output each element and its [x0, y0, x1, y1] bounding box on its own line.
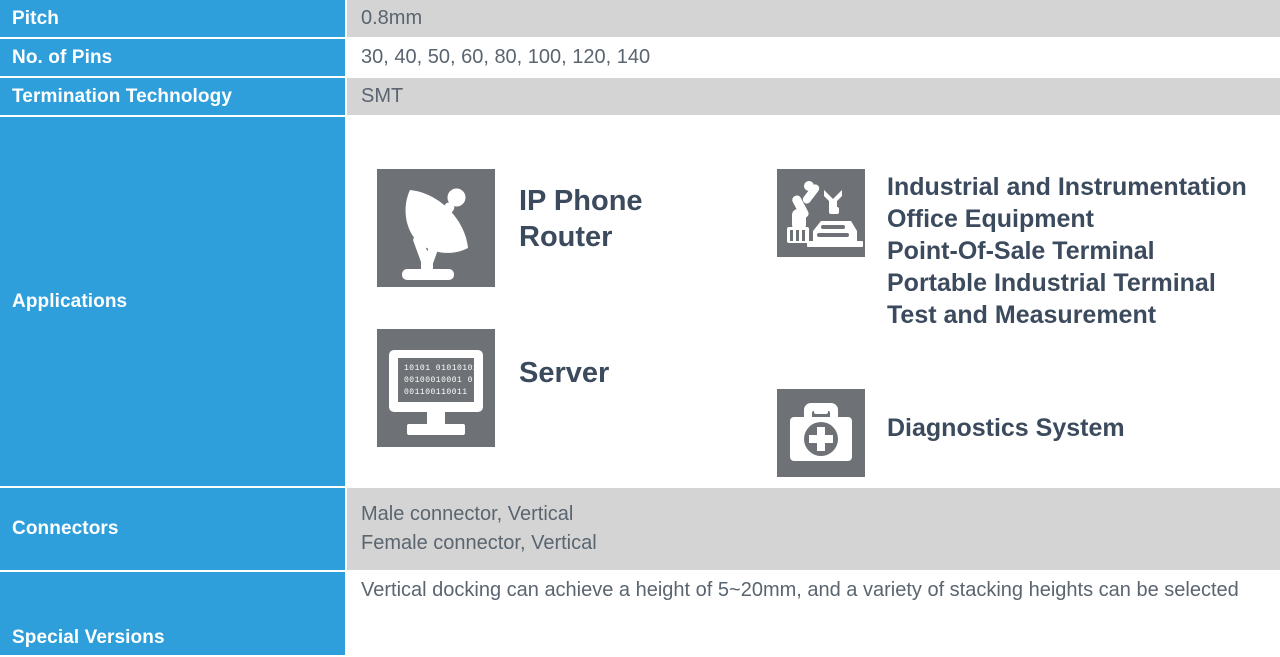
svg-text:00100010001 0: 00100010001 0	[404, 376, 473, 385]
app-line: Office Equipment	[887, 205, 1094, 233]
row-value-termination-technology: SMT	[347, 78, 1280, 115]
svg-text:001100110011: 001100110011	[404, 388, 468, 397]
application-label-diagnostics: Diagnostics System	[887, 389, 1125, 444]
table-row: Pitch 0.8mm	[0, 0, 1280, 39]
row-label-connectors: Connectors	[0, 488, 347, 570]
app-line: Server	[519, 357, 610, 389]
row-label-termination-technology: Termination Technology	[0, 78, 347, 115]
application-label-industrial: Industrial and Instrumentation Office Eq…	[887, 169, 1247, 331]
satellite-dish-icon	[377, 169, 495, 287]
robotic-arm-icon	[777, 169, 865, 257]
applications-column-right: Industrial and Instrumentation Office Eq…	[777, 169, 1277, 477]
app-line: Test and Measurement	[887, 301, 1157, 329]
connector-line: Female connector, Vertical	[361, 532, 597, 554]
row-label-no-of-pins: No. of Pins	[0, 39, 347, 76]
row-value-connectors: Male connector, Vertical Female connecto…	[347, 488, 1280, 570]
table-row: No. of Pins 30, 40, 50, 60, 80, 100, 120…	[0, 39, 1280, 78]
application-diagnostics: Diagnostics System	[777, 389, 1277, 477]
row-value-pitch: 0.8mm	[347, 0, 1280, 37]
app-line: Point-Of-Sale Terminal	[887, 237, 1155, 265]
table-row: Termination Technology SMT	[0, 78, 1280, 117]
row-value-no-of-pins: 30, 40, 50, 60, 80, 100, 120, 140	[347, 39, 1280, 76]
applications-panel: IP Phone Router 10101 01010101 001000100…	[347, 117, 1280, 486]
application-label-server: Server	[519, 329, 609, 391]
app-line: Diagnostics System	[887, 414, 1125, 442]
app-line: IP Phone	[519, 185, 643, 217]
table-row: Connectors Male connector, Vertical Fema…	[0, 488, 1280, 572]
table-row: Applications IP Phone Router 10101 01010…	[0, 117, 1280, 488]
app-line: Portable Industrial Terminal	[887, 269, 1216, 297]
connector-line: Male connector, Vertical	[361, 503, 574, 525]
row-value-special-versions: Vertical docking can achieve a height of…	[347, 572, 1280, 655]
application-industrial: Industrial and Instrumentation Office Eq…	[777, 169, 1277, 331]
first-aid-kit-icon	[777, 389, 865, 477]
row-label-applications: Applications	[0, 117, 347, 486]
special-versions-text: Vertical docking can achieve a height of…	[361, 579, 1239, 601]
applications-column-left: IP Phone Router 10101 01010101 001000100…	[377, 169, 697, 447]
application-server: 10101 01010101 00100010001 0 00110011001…	[377, 329, 697, 447]
row-label-pitch: Pitch	[0, 0, 347, 37]
application-ip-phone-router: IP Phone Router	[377, 169, 697, 287]
specification-table: Pitch 0.8mm No. of Pins 30, 40, 50, 60, …	[0, 0, 1280, 657]
table-row: Special Versions Vertical docking can ac…	[0, 572, 1280, 655]
desktop-monitor-binary-icon: 10101 01010101 00100010001 0 00110011001…	[377, 329, 495, 447]
app-line: Industrial and Instrumentation	[887, 173, 1247, 201]
svg-text:10101 01010101: 10101 01010101	[404, 364, 478, 373]
app-line: Router	[519, 221, 613, 254]
application-label-ip-phone-router: IP Phone Router	[519, 169, 643, 256]
row-label-special-versions: Special Versions	[0, 572, 347, 655]
